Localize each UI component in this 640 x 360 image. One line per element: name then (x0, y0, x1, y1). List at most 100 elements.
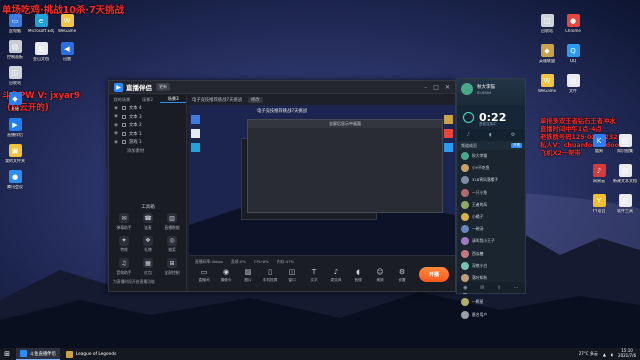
desktop-icon[interactable]: K 酷狗 (586, 134, 612, 154)
desktop-icon[interactable]: ♪ 网易云 (586, 164, 612, 184)
network-icon[interactable]: ▲ (603, 352, 606, 357)
scene-tab[interactable]: 场景3 (160, 96, 187, 103)
app-titlebar[interactable]: ▶ 直播伴侣 更新 – □ ✕ (109, 81, 455, 94)
bottom-tool[interactable]: ◉ 摄像头 (217, 268, 235, 283)
desktop-icon[interactable]: ◫ 回收站 (534, 14, 560, 34)
taskbar-item[interactable]: 斗鱼直播伴侣 (16, 348, 60, 360)
avatar (461, 164, 469, 173)
toolbox-item[interactable]: ✦ 特效 (112, 235, 136, 254)
toolbox-item[interactable]: ▦ 红包 (136, 258, 160, 276)
volume-icon[interactable]: ◖ (611, 352, 613, 357)
desktop-icon[interactable]: ▤ 知识图集 (612, 134, 638, 154)
lock-icon[interactable] (122, 123, 126, 128)
taskbar-item[interactable]: League of Legends (62, 348, 121, 360)
desktop-icon[interactable]: ▤ 金山文档 (28, 42, 54, 62)
desktop-icon[interactable]: ▤ 软件工具 (612, 194, 638, 214)
mic-icon[interactable]: ♪ (467, 132, 470, 138)
section-badge[interactable]: 开黑 (511, 143, 522, 148)
member-item[interactable]: 一颗星 (457, 296, 525, 308)
desktop-icon[interactable]: ● 腾讯会议 (2, 170, 28, 190)
bottom-tool[interactable]: ▭ 直播间 (195, 268, 213, 283)
desktop-icon[interactable]: ◫ 回收站 (2, 66, 28, 86)
member-item[interactable]: 小橘子 (457, 211, 525, 223)
toolbox-item[interactable]: ⊞ 全屏控制 (160, 258, 184, 276)
desktop-icon[interactable]: Y YY语音 (586, 194, 612, 214)
bottom-tool[interactable]: T 文字 (305, 268, 323, 283)
lock-icon[interactable] (122, 140, 126, 145)
desktop-icon[interactable]: W WeGame (534, 74, 560, 94)
desktop-icon[interactable]: ▭ 此电脑 (2, 14, 28, 34)
desktop-icon[interactable]: ◀ 迅雷 (54, 42, 80, 62)
member-item[interactable]: 深夜小白 (457, 260, 525, 272)
eye-icon[interactable]: ◉ (114, 114, 119, 119)
scene-tab[interactable]: 场景2 (135, 97, 161, 103)
desktop-icon[interactable]: ▣ 我的文件夹 (2, 144, 28, 164)
add-source-button[interactable]: 添加素材 (109, 148, 186, 154)
desktop-icon[interactable]: ▶ 直播伴侣 (2, 118, 28, 138)
settings-icon[interactable]: ⚙ (511, 132, 515, 138)
maximize-icon[interactable]: □ (433, 84, 439, 91)
share-icon[interactable]: ⇪ (497, 285, 501, 291)
clock[interactable]: 15:10 2021/7/6 (618, 349, 636, 358)
member-item[interactable]: 一只小鱼 (457, 187, 525, 199)
bottom-tool[interactable]: ⚙ 设置 (393, 268, 411, 283)
app-name: 直播伴侣 (126, 84, 152, 92)
desktop-icon[interactable]: ● Chrome (560, 14, 586, 34)
eye-icon[interactable]: ◉ (114, 131, 119, 136)
lock-icon[interactable] (122, 114, 126, 119)
source-item[interactable]: ◉ 游戏 1 (109, 138, 186, 147)
desktop-icon[interactable]: ▤ 文件 (560, 74, 586, 94)
toolbox-item[interactable]: ◎ 抽奖 (160, 235, 184, 254)
bottom-tool[interactable]: ▨ 图片 (239, 268, 257, 283)
member-item[interactable]: 秋大李猫 (457, 150, 525, 162)
bottom-tool[interactable]: ▯ 手机投屏 (261, 268, 279, 283)
member-item[interactable]: 小Y不吃鱼 (457, 162, 525, 174)
edit-title-button[interactable]: 修改 (248, 96, 263, 103)
speaker-icon[interactable]: ◖ (489, 132, 492, 138)
toolbox-item[interactable]: ▥ 直播数据 (160, 213, 184, 231)
desktop-icon[interactable]: ◆ 开始 (2, 92, 28, 112)
lock-icon[interactable] (122, 131, 126, 136)
mute-icon[interactable]: ◉ (463, 285, 467, 291)
minimize-icon[interactable]: – (424, 84, 427, 91)
desktop-icon[interactable]: e Microsoft Edge (28, 14, 54, 34)
desktop-icon[interactable]: ▤ 控制面板 (2, 40, 28, 60)
member-item[interactable]: 请叫我小王子 (457, 235, 525, 247)
windows-start-icon[interactable]: ⊞ (0, 348, 14, 360)
weather-text[interactable]: 27°C 多云 (579, 351, 598, 357)
eye-icon[interactable]: ◉ (114, 123, 119, 128)
desktop-icon[interactable]: ▤ 新建文本文档 (612, 164, 638, 184)
bottom-tool[interactable]: ☺ 美颜 (371, 268, 389, 283)
desktop-icon[interactable]: ◆ 英雄联盟 (534, 44, 560, 64)
member-item[interactable]: 一碗汤 (457, 223, 525, 235)
scene-tab[interactable]: 我的场景 (109, 97, 135, 103)
bottom-tool[interactable]: ◫ 窗口 (283, 268, 301, 283)
voice-chat-panel[interactable]: 秋大李猫 ID:8884 0:22 语音连接中 ♪ ◖ ⚙ 频道成员 开黑 秋大… (456, 78, 526, 319)
source-item[interactable]: ◉ 文本 1 (109, 130, 186, 139)
streaming-app-window[interactable]: ▶ 直播伴侣 更新 – □ ✕ 我的场景 场景2 场景3 ◉ 文本 4 ◉ 文本 3 ◉… (108, 80, 456, 292)
member-item[interactable]: 匿名用户 (457, 308, 525, 320)
source-item[interactable]: ◉ 文本 2 (109, 121, 186, 130)
desktop-icon[interactable]: W WeGame (54, 14, 80, 34)
go-live-button[interactable]: 开播 (419, 267, 449, 282)
update-badge[interactable]: 更新 (156, 83, 170, 91)
chat-icon[interactable]: ✉ (480, 285, 484, 291)
toolbox-item[interactable]: ♫ 音效助手 (112, 258, 136, 276)
eye-icon[interactable]: ◉ (114, 140, 119, 145)
desktop-icon[interactable]: Q QQ (560, 44, 586, 64)
more-icon[interactable]: ⋯ (514, 285, 519, 291)
member-item[interactable]: 西瓜糖 (457, 248, 525, 260)
bottom-tool[interactable]: ◖ 音频 (349, 268, 367, 283)
eye-icon[interactable]: ◉ (114, 106, 119, 111)
member-item[interactable]: 318宵风落樱子 (457, 174, 525, 186)
close-icon[interactable]: ✕ (445, 84, 450, 91)
member-item[interactable]: 王者的风 (457, 199, 525, 211)
lock-icon[interactable] (122, 106, 126, 111)
source-item[interactable]: ◉ 文本 4 (109, 104, 186, 113)
toolbox-item[interactable]: ☎ 连麦 (136, 213, 160, 231)
bottom-tool[interactable]: ♪ 麦克风 (327, 268, 345, 283)
toolbox-item[interactable]: ✉ 弹幕助手 (112, 213, 136, 231)
toolbox-item[interactable]: ❖ 礼物 (136, 235, 160, 254)
stream-preview[interactable]: 电子竞技推荐挑战7天挑战 全屏后显示中画面 (189, 105, 455, 255)
source-item[interactable]: ◉ 文本 3 (109, 113, 186, 122)
